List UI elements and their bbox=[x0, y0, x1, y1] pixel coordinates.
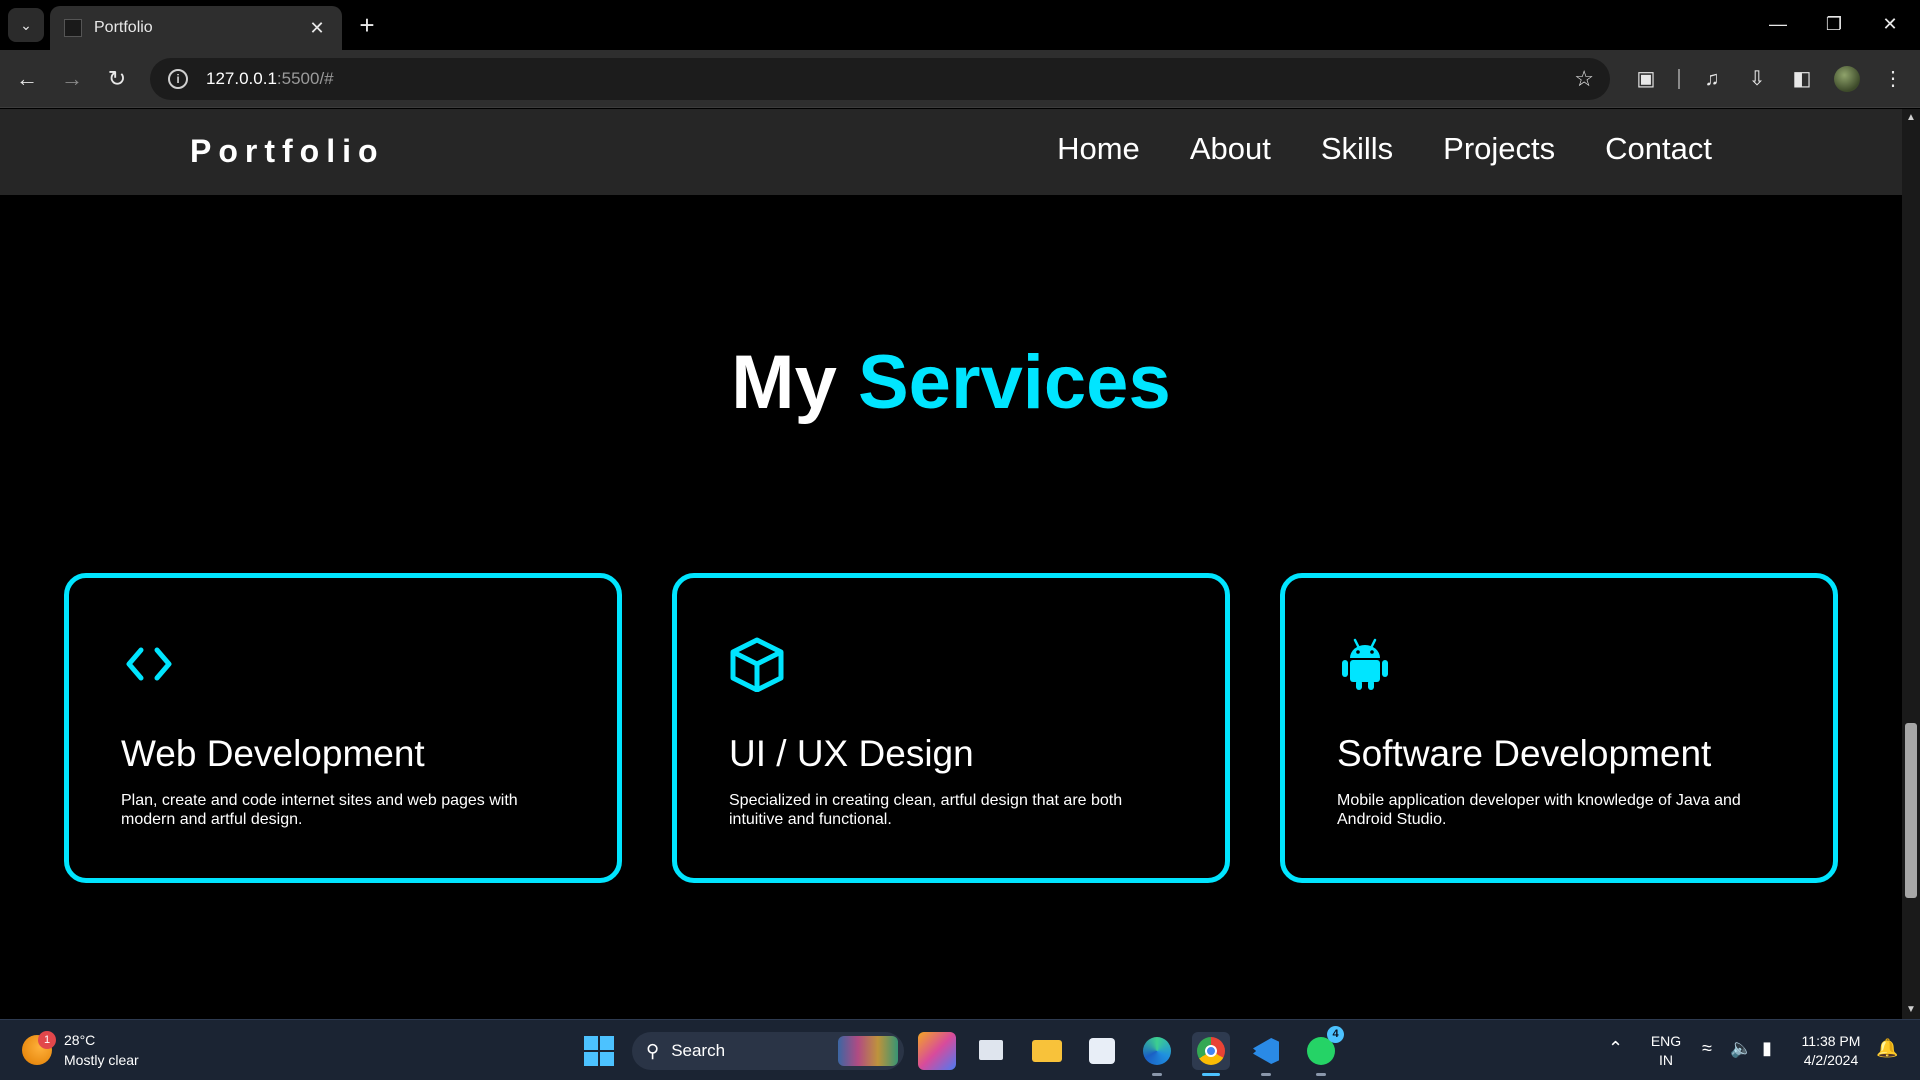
language-indicator[interactable]: ENG IN bbox=[1650, 1032, 1682, 1070]
running-indicator bbox=[1316, 1073, 1326, 1076]
weather-moon-icon: 1 bbox=[22, 1031, 56, 1065]
services-heading-accent: Services bbox=[857, 340, 1171, 425]
card-description: Plan, create and code internet sites and… bbox=[121, 792, 518, 828]
scroll-up-icon[interactable]: ▲ bbox=[1902, 109, 1920, 127]
card-title: Web Development bbox=[121, 733, 425, 774]
reload-button[interactable]: ↻ bbox=[100, 62, 134, 96]
whatsapp-badge: 4 bbox=[1327, 1026, 1344, 1043]
microsoft-store-icon[interactable] bbox=[1083, 1032, 1121, 1070]
clock[interactable]: 11:38 PM 4/2/2024 bbox=[1796, 1032, 1866, 1070]
close-tab-icon[interactable]: ✕ bbox=[306, 18, 328, 39]
browser-tab[interactable]: Portfolio ✕ bbox=[50, 6, 342, 50]
search-label: Search bbox=[671, 1041, 726, 1060]
page-viewport: Portfolio Home About Skills Projects Con… bbox=[0, 109, 1902, 1019]
scroll-down-icon[interactable]: ▼ bbox=[1902, 1001, 1920, 1019]
page-scrollbar[interactable]: ▲ ▼ bbox=[1902, 109, 1920, 1019]
url-host: 127.0.0.1 bbox=[206, 69, 277, 88]
android-icon bbox=[1342, 638, 1388, 690]
wifi-icon[interactable]: ≈ bbox=[1702, 1038, 1712, 1059]
start-button[interactable] bbox=[584, 1036, 614, 1066]
weather-widget[interactable]: 1 28°C Mostly clear bbox=[22, 1030, 139, 1070]
address-bar[interactable]: i 127.0.0.1:5500/# ☆ bbox=[150, 58, 1610, 100]
tab-title: Portfolio bbox=[94, 19, 153, 36]
weather-desc: Mostly clear bbox=[64, 1052, 139, 1068]
battery-icon[interactable]: ▮ bbox=[1762, 1038, 1772, 1059]
chrome-browser-icon[interactable] bbox=[1192, 1032, 1230, 1076]
close-window-button[interactable]: ✕ bbox=[1870, 8, 1910, 40]
taskbar-search[interactable]: ⚲ Search bbox=[632, 1032, 904, 1070]
download-icon[interactable]: ⇩ bbox=[1740, 62, 1774, 96]
active-indicator bbox=[1202, 1073, 1220, 1076]
extensions-icon[interactable]: ▣ bbox=[1629, 62, 1663, 96]
card-title: UI / UX Design bbox=[729, 733, 974, 774]
edge-browser-icon[interactable] bbox=[1138, 1032, 1176, 1076]
tab-search-button[interactable]: ⌄ bbox=[8, 8, 44, 42]
scroll-thumb[interactable] bbox=[1905, 723, 1917, 898]
clock-time: 11:38 PM bbox=[1801, 1033, 1861, 1049]
service-card-software-development: Software Development Mobile application … bbox=[1280, 573, 1838, 883]
back-button[interactable]: ← bbox=[10, 62, 44, 96]
bookmark-star-icon[interactable]: ☆ bbox=[1574, 66, 1594, 92]
nav-link-projects[interactable]: Projects bbox=[1443, 131, 1555, 167]
menu-kebab-icon[interactable]: ⋮ bbox=[1876, 62, 1910, 96]
whatsapp-icon[interactable]: 4 bbox=[1302, 1026, 1344, 1076]
file-explorer-icon[interactable] bbox=[1028, 1032, 1066, 1070]
vscode-icon[interactable] bbox=[1247, 1032, 1285, 1076]
nav-link-about[interactable]: About bbox=[1190, 131, 1271, 167]
chevron-up-icon[interactable]: ⌃ bbox=[1608, 1038, 1623, 1059]
new-tab-button[interactable]: + bbox=[352, 10, 382, 40]
taskbar: 1 28°C Mostly clear ⚲ Search 4 ⌃ ENG IN … bbox=[0, 1019, 1920, 1080]
windows-logo-icon bbox=[584, 1036, 598, 1050]
service-card-web-development: Web Development Plan, create and code in… bbox=[64, 573, 622, 883]
nav-link-contact[interactable]: Contact bbox=[1605, 131, 1712, 167]
clock-date: 4/2/2024 bbox=[1803, 1052, 1859, 1068]
browser-tab-strip: ⌄ Portfolio ✕ + — ❐ ✕ bbox=[0, 0, 1920, 50]
profile-avatar[interactable] bbox=[1834, 66, 1860, 92]
weather-temp: 28°C bbox=[64, 1032, 96, 1048]
site-info-icon[interactable]: i bbox=[168, 69, 188, 89]
code-icon bbox=[126, 647, 172, 681]
cube-icon bbox=[730, 637, 784, 692]
favicon-icon bbox=[64, 19, 82, 37]
language-code: ENG bbox=[1650, 1033, 1682, 1049]
service-card-ui-ux-design: UI / UX Design Specialized in creating c… bbox=[672, 573, 1230, 883]
forward-button[interactable]: → bbox=[55, 62, 89, 96]
minimize-button[interactable]: — bbox=[1758, 8, 1798, 40]
copilot-app-icon[interactable] bbox=[918, 1032, 956, 1070]
site-header: Portfolio Home About Skills Projects Con… bbox=[0, 109, 1902, 195]
nav-link-skills[interactable]: Skills bbox=[1321, 131, 1393, 167]
notification-bell-icon[interactable]: 🔔 bbox=[1876, 1038, 1898, 1059]
services-heading-plain: My bbox=[731, 340, 837, 425]
browser-toolbar: ← → ↻ i 127.0.0.1:5500/# ☆ ▣ ♫ ⇩ ◧ ⋮ bbox=[0, 50, 1920, 108]
search-icon: ⚲ bbox=[646, 1040, 660, 1061]
task-view-icon[interactable] bbox=[973, 1032, 1011, 1070]
running-indicator bbox=[1152, 1073, 1162, 1076]
site-nav: Home About Skills Projects Contact bbox=[1007, 131, 1712, 167]
running-indicator bbox=[1261, 1073, 1271, 1076]
site-logo[interactable]: Portfolio bbox=[190, 133, 385, 170]
restore-button[interactable]: ❐ bbox=[1814, 8, 1854, 40]
nav-link-home[interactable]: Home bbox=[1057, 131, 1140, 167]
services-heading: My Services bbox=[0, 339, 1902, 426]
media-control-icon[interactable]: ♫ bbox=[1695, 62, 1729, 96]
card-description: Specialized in creating clean, artful de… bbox=[729, 792, 1123, 828]
search-highlight-image bbox=[838, 1036, 898, 1066]
card-description: Mobile application developer with knowle… bbox=[1337, 792, 1741, 828]
url-path: :5500/# bbox=[276, 69, 334, 88]
side-panel-icon[interactable]: ◧ bbox=[1785, 62, 1819, 96]
weather-badge: 1 bbox=[38, 1031, 56, 1049]
region-code: IN bbox=[1659, 1052, 1673, 1068]
volume-icon[interactable]: 🔈 bbox=[1730, 1038, 1752, 1059]
card-title: Software Development bbox=[1337, 733, 1712, 774]
toolbar-divider bbox=[1678, 69, 1680, 89]
chevron-down-icon: ⌄ bbox=[20, 16, 32, 33]
